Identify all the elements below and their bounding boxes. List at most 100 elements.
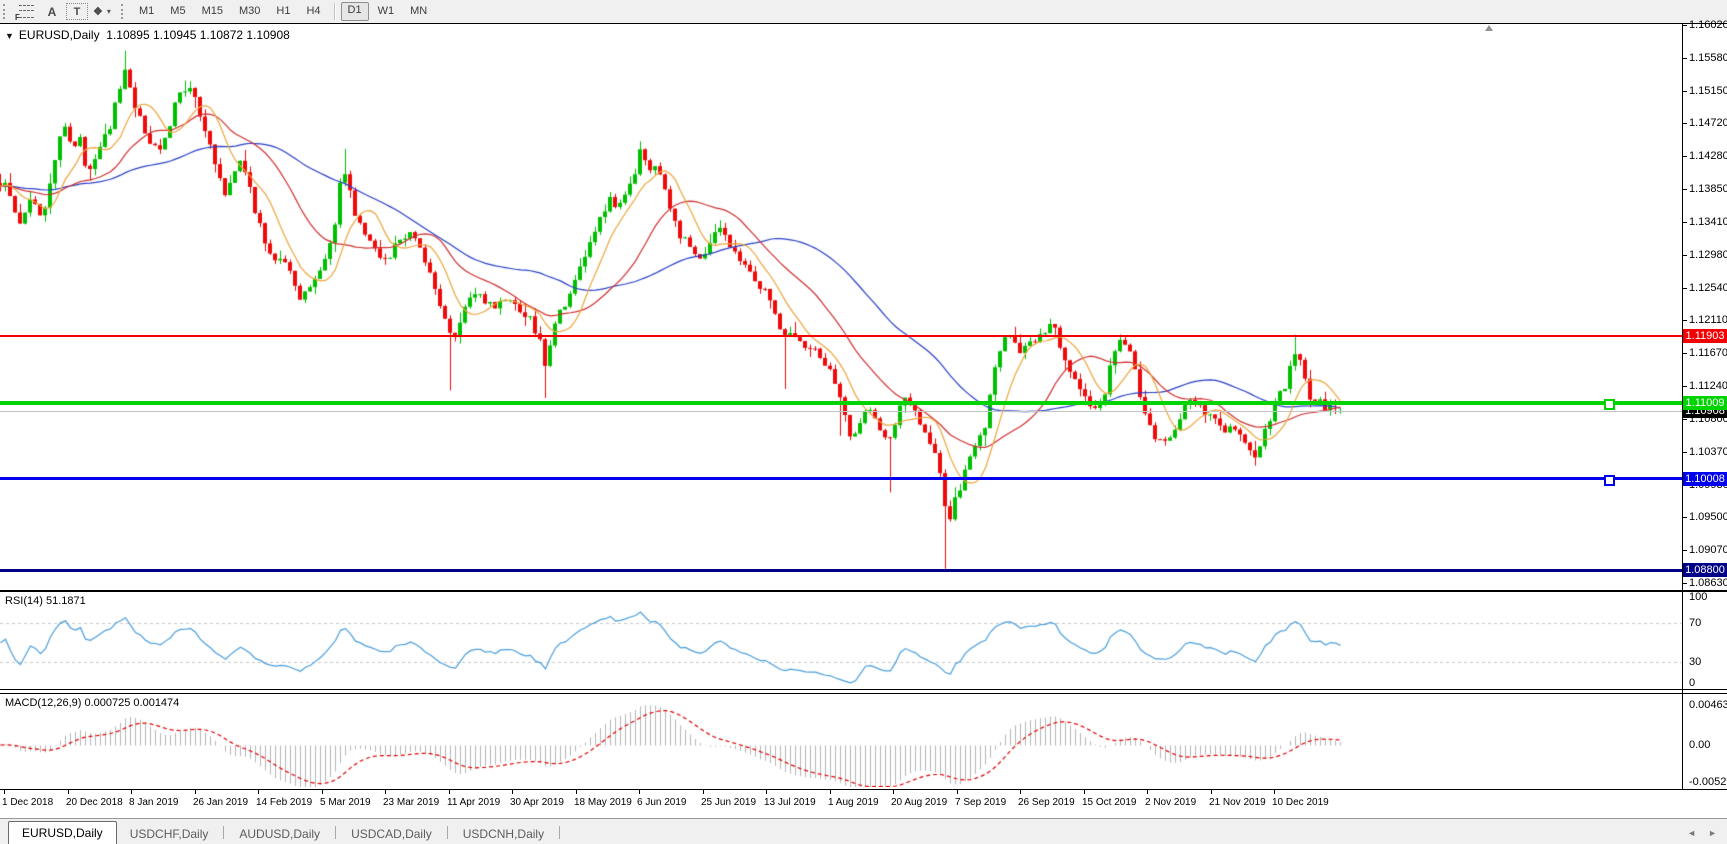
price-tick-label: 1.13850 xyxy=(1689,183,1727,195)
date-axis-tick xyxy=(1020,790,1021,794)
price-tick-label: 1.14720 xyxy=(1689,117,1727,129)
toolbar-separator xyxy=(334,3,335,20)
price-axis-tick xyxy=(1682,583,1687,584)
tab-separator xyxy=(335,826,336,839)
date-tick-label: 10 Dec 2019 xyxy=(1272,797,1329,808)
rsi-tick-label: 100 xyxy=(1689,591,1707,603)
timeframe-d1[interactable]: D1 xyxy=(341,2,369,21)
date-axis[interactable]: 1 Dec 201820 Dec 20188 Jan 201926 Jan 20… xyxy=(0,790,1727,818)
chart-tab-bar: EURUSD,DailyUSDCHF,DailyAUDUSD,DailyUSDC… xyxy=(0,818,1727,844)
line-handle[interactable] xyxy=(1604,475,1615,486)
date-axis-tick xyxy=(68,790,69,794)
line-handle[interactable] xyxy=(1604,399,1615,410)
tab-usdchf[interactable]: USDCHF,Daily xyxy=(117,824,222,844)
price-badge: 1.11903 xyxy=(1683,329,1727,343)
date-axis-tick xyxy=(703,790,704,794)
scroll-tabs-left-icon[interactable]: ◄ xyxy=(1687,828,1696,838)
price-axis-tick xyxy=(1682,58,1687,59)
date-tick-label: 2 Nov 2019 xyxy=(1145,797,1196,808)
chart-title: ▼EURUSD,Daily 1.10895 1.10945 1.10872 1.… xyxy=(5,28,290,42)
rsi-canvas[interactable] xyxy=(0,592,1682,687)
timeframe-w1[interactable]: W1 xyxy=(371,3,402,20)
date-axis-tick xyxy=(4,790,5,794)
macd-tick-label: -0.005299 xyxy=(1689,776,1727,788)
date-tick-label: 1 Aug 2019 xyxy=(828,797,879,808)
date-tick-label: 15 Oct 2019 xyxy=(1082,797,1136,808)
macd-canvas[interactable] xyxy=(0,694,1682,787)
price-axis-tick xyxy=(1682,320,1687,321)
date-tick-label: 1 Dec 2018 xyxy=(2,797,53,808)
date-axis-tick xyxy=(1084,790,1085,794)
price-badge: 1.11009 xyxy=(1683,396,1727,410)
date-tick-label: 26 Jan 2019 xyxy=(193,797,248,808)
macd-tick-label: 0.00463 xyxy=(1689,699,1727,711)
timeframe-m15[interactable]: M15 xyxy=(195,3,230,20)
arrows-icon[interactable]: ❖▾ xyxy=(90,2,114,21)
date-tick-label: 14 Feb 2019 xyxy=(256,797,312,808)
timeframe-m5[interactable]: M5 xyxy=(163,3,192,20)
scroll-tabs-right-icon[interactable]: ► xyxy=(1708,828,1717,838)
timeframe-m1[interactable]: M1 xyxy=(132,3,161,20)
tab-eurusd[interactable]: EURUSD,Daily xyxy=(8,821,117,844)
price-tick-label: 1.12540 xyxy=(1689,282,1727,294)
symbol-dropdown-icon[interactable]: ▼ xyxy=(5,31,14,41)
price-axis-tick xyxy=(1682,517,1687,518)
rsi-label: RSI(14) 51.1871 xyxy=(5,595,86,607)
date-axis-tick xyxy=(1274,790,1275,794)
tab-usdcnh[interactable]: USDCNH,Daily xyxy=(450,824,557,844)
chart-area: ▼EURUSD,Daily 1.10895 1.10945 1.10872 1.… xyxy=(0,23,1727,818)
current-price-line[interactable] xyxy=(0,411,1682,412)
price-tick-label: 1.09500 xyxy=(1689,511,1727,523)
date-tick-label: 11 Apr 2019 xyxy=(447,797,500,808)
tabs-container: EURUSD,DailyUSDCHF,DailyAUDUSD,DailyUSDC… xyxy=(8,821,562,844)
macd-tick-label: 0.00 xyxy=(1689,739,1710,751)
price-chart-canvas[interactable] xyxy=(0,24,1682,588)
dropdown-caret-icon[interactable]: ▾ xyxy=(107,7,111,16)
date-tick-label: 23 Mar 2019 xyxy=(383,797,439,808)
timeframe-m30[interactable]: M30 xyxy=(232,3,267,20)
date-axis-tick xyxy=(449,790,450,794)
tab-audusd[interactable]: AUDUSD,Daily xyxy=(226,824,333,844)
price-tick-label: 1.11240 xyxy=(1689,380,1727,392)
price-pane[interactable]: ▼EURUSD,Daily 1.10895 1.10945 1.10872 1.… xyxy=(0,23,1727,591)
support-line[interactable] xyxy=(0,477,1682,480)
price-badge: 1.10008 xyxy=(1683,472,1727,486)
toolbar-grip[interactable] xyxy=(121,4,127,19)
date-axis-tick xyxy=(131,790,132,794)
price-tick-label: 1.09070 xyxy=(1689,544,1727,556)
date-axis-tick xyxy=(1211,790,1212,794)
toolbar-tools: FAT❖▾ xyxy=(13,2,115,21)
date-axis-tick xyxy=(512,790,513,794)
rsi-tick-label: 0 xyxy=(1689,677,1695,689)
date-tick-label: 30 Apr 2019 xyxy=(510,797,564,808)
text-annotation-icon[interactable]: A xyxy=(40,2,64,21)
date-axis-tick xyxy=(893,790,894,794)
tab-usdcad[interactable]: USDCAD,Daily xyxy=(338,824,445,844)
support-line[interactable] xyxy=(0,569,1682,572)
timeframe-mn[interactable]: MN xyxy=(403,3,434,20)
fibonacci-icon[interactable]: F xyxy=(14,2,38,21)
date-axis-tick xyxy=(957,790,958,794)
price-badge: 1.08800 xyxy=(1683,563,1727,577)
toolbar-grip[interactable] xyxy=(3,4,9,19)
date-tick-label: 20 Aug 2019 xyxy=(891,797,947,808)
chart-shift-marker-icon xyxy=(1485,25,1493,31)
macd-pane[interactable]: MACD(12,26,9) 0.000725 0.001474 xyxy=(0,693,1727,790)
price-axis-tick xyxy=(1682,91,1687,92)
date-tick-label: 6 Jun 2019 xyxy=(637,797,687,808)
timeframe-h4[interactable]: H4 xyxy=(299,3,327,20)
price-axis-tick xyxy=(1682,550,1687,551)
price-tick-label: 1.15150 xyxy=(1689,85,1727,97)
resistance-line[interactable] xyxy=(0,335,1682,337)
support-resistance-line[interactable] xyxy=(0,401,1682,405)
date-axis-tick xyxy=(385,790,386,794)
date-tick-label: 7 Sep 2019 xyxy=(955,797,1006,808)
timeframe-h1[interactable]: H1 xyxy=(269,3,297,20)
date-axis-tick xyxy=(639,790,640,794)
price-axis-tick xyxy=(1682,156,1687,157)
tab-separator xyxy=(223,826,224,839)
text-label-icon[interactable]: T xyxy=(66,3,88,20)
rsi-pane[interactable]: RSI(14) 51.1871 xyxy=(0,591,1727,690)
macd-label: MACD(12,26,9) 0.000725 0.001474 xyxy=(5,697,179,709)
rsi-tick-label: 30 xyxy=(1689,656,1701,668)
